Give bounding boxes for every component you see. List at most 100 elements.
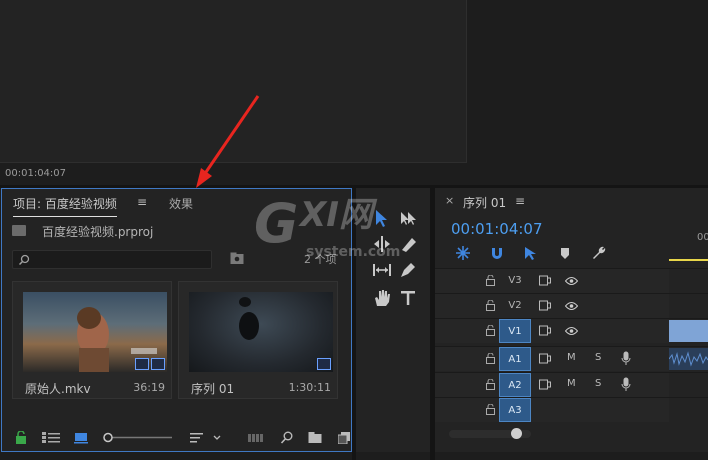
snap-icon[interactable] bbox=[489, 245, 505, 261]
track-target[interactable]: V2 bbox=[499, 294, 531, 318]
panel-menu-icon[interactable]: ≡ bbox=[515, 194, 525, 208]
sync-lock-icon[interactable] bbox=[539, 353, 551, 364]
audio-clip[interactable] bbox=[668, 348, 708, 370]
audio-waveform bbox=[668, 351, 708, 367]
source-timecode: 00:01:04:07 bbox=[5, 168, 67, 179]
lock-icon[interactable] bbox=[486, 353, 495, 364]
track-target[interactable]: A3 bbox=[499, 398, 531, 422]
lock-icon[interactable] bbox=[486, 404, 495, 415]
timeline-toolbar bbox=[455, 243, 635, 263]
track-target[interactable]: V1 bbox=[499, 319, 531, 343]
mute-button[interactable]: M bbox=[567, 378, 576, 389]
track-select-tool-icon[interactable] bbox=[398, 208, 418, 228]
track-header: A3 bbox=[435, 398, 669, 422]
sequence-thumbnail-art bbox=[239, 297, 259, 340]
timeline-panel: × 序列 01 ≡ 00:01:04:07 00 V3 V2 V1 A1 M S… bbox=[435, 188, 708, 452]
new-item-icon[interactable] bbox=[338, 431, 350, 444]
eye-icon[interactable] bbox=[565, 302, 578, 310]
list-view-icon[interactable] bbox=[42, 431, 60, 444]
sequence-badge bbox=[317, 358, 331, 370]
track-header: A2 M S bbox=[435, 373, 669, 397]
tools-panel bbox=[356, 188, 430, 452]
work-area-bar[interactable] bbox=[669, 259, 708, 261]
eye-icon[interactable] bbox=[565, 277, 578, 285]
eye-icon[interactable] bbox=[565, 327, 578, 335]
automate-to-sequence-icon[interactable] bbox=[248, 431, 264, 444]
track-row-a3[interactable]: A3 bbox=[435, 397, 708, 422]
clip-thumbnail bbox=[23, 292, 167, 372]
lock-icon[interactable] bbox=[14, 431, 28, 444]
track-row-a2[interactable]: A2 M S bbox=[435, 372, 708, 397]
add-marker-icon[interactable] bbox=[559, 246, 571, 260]
track-header: V3 bbox=[435, 269, 669, 293]
lock-icon[interactable] bbox=[486, 379, 495, 390]
sync-lock-icon[interactable] bbox=[539, 300, 551, 311]
razor-tool-icon[interactable] bbox=[398, 234, 418, 254]
new-bin-search-icon[interactable] bbox=[230, 252, 244, 265]
source-monitor-screen[interactable] bbox=[0, 0, 467, 163]
source-monitor: 00:01:04:07 bbox=[0, 0, 708, 186]
track-header: V1 bbox=[435, 319, 669, 343]
type-tool-icon[interactable] bbox=[398, 288, 418, 308]
audio-badge bbox=[151, 358, 165, 370]
project-panel: 项目: 百度经验视频 ≡ 效果 百度经验视频.prproj 2 个项 原始人.m… bbox=[1, 188, 352, 452]
mute-button[interactable]: M bbox=[567, 352, 576, 363]
item-duration: 36:19 bbox=[133, 381, 165, 394]
find-icon[interactable] bbox=[280, 431, 294, 444]
sequence-thumbnail bbox=[189, 292, 333, 372]
track-row-v3[interactable]: V3 bbox=[435, 268, 708, 293]
tab-sequence[interactable]: 序列 01 bbox=[463, 194, 506, 211]
timeline-timecode[interactable]: 00:01:04:07 bbox=[451, 220, 543, 238]
panel-menu-icon[interactable]: ≡ bbox=[137, 195, 147, 209]
selection-tool-icon[interactable] bbox=[372, 208, 392, 228]
track-row-v1[interactable]: V1 bbox=[435, 318, 708, 343]
search-input[interactable] bbox=[12, 250, 212, 269]
solo-button[interactable]: S bbox=[595, 378, 601, 389]
project-file-name: 百度经验视频.prproj bbox=[42, 225, 154, 239]
track-row-a1[interactable]: A1 M S bbox=[435, 346, 708, 371]
hand-tool-icon[interactable] bbox=[372, 288, 392, 308]
icon-view-icon[interactable] bbox=[74, 431, 88, 444]
video-clip[interactable] bbox=[669, 320, 708, 342]
track-target[interactable]: A2 bbox=[499, 373, 531, 397]
microphone-icon[interactable] bbox=[621, 377, 631, 392]
item-name: 原始人.mkv bbox=[25, 382, 91, 396]
item-name: 序列 01 bbox=[191, 382, 235, 396]
tab-project[interactable]: 项目: 百度经验视频 bbox=[13, 195, 117, 217]
tab-effects[interactable]: 效果 bbox=[169, 195, 193, 212]
project-file-row: 百度经验视频.prproj bbox=[12, 223, 342, 239]
pen-tool-icon[interactable] bbox=[398, 260, 418, 280]
microphone-icon[interactable] bbox=[621, 351, 631, 366]
scrollbar-handle[interactable] bbox=[511, 428, 522, 439]
track-target[interactable]: V3 bbox=[499, 269, 531, 293]
item-count: 2 个项 bbox=[304, 253, 337, 266]
solo-button[interactable]: S bbox=[595, 352, 601, 363]
project-item-card[interactable]: 原始人.mkv 36:19 bbox=[12, 281, 172, 399]
video-badge bbox=[135, 358, 149, 370]
nest-icon[interactable] bbox=[455, 245, 471, 261]
sync-lock-icon[interactable] bbox=[539, 379, 551, 390]
lock-icon[interactable] bbox=[486, 325, 495, 336]
track-row-v2[interactable]: V2 bbox=[435, 293, 708, 318]
track-header: A1 M S bbox=[435, 347, 669, 371]
new-bin-icon[interactable] bbox=[308, 431, 322, 444]
lock-icon[interactable] bbox=[486, 300, 495, 311]
sync-lock-icon[interactable] bbox=[539, 325, 551, 336]
slip-tool-icon[interactable] bbox=[372, 260, 392, 280]
item-duration: 1:30:11 bbox=[288, 381, 331, 394]
wrench-icon[interactable] bbox=[591, 245, 607, 261]
project-tabs: 项目: 百度经验视频 ≡ 效果 bbox=[2, 189, 351, 217]
lock-icon[interactable] bbox=[486, 275, 495, 286]
search-icon bbox=[18, 254, 30, 266]
folder-icon bbox=[12, 225, 26, 236]
project-item-card[interactable]: 序列 01 1:30:11 bbox=[178, 281, 338, 399]
linked-selection-icon[interactable] bbox=[523, 245, 539, 261]
project-footer-toolbar bbox=[2, 425, 351, 451]
ripple-edit-tool-icon[interactable] bbox=[372, 234, 392, 254]
close-icon[interactable]: × bbox=[445, 194, 454, 207]
sync-lock-icon[interactable] bbox=[539, 275, 551, 286]
track-header: V2 bbox=[435, 294, 669, 318]
track-target[interactable]: A1 bbox=[499, 347, 531, 371]
sort-icon[interactable] bbox=[190, 431, 222, 444]
zoom-slider[interactable] bbox=[102, 431, 174, 444]
